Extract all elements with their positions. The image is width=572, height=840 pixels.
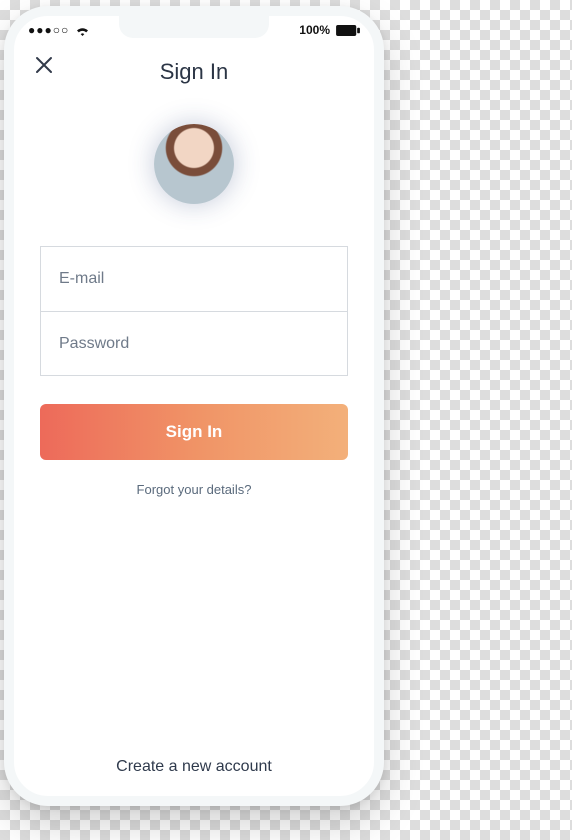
close-button[interactable] bbox=[32, 54, 56, 78]
status-left: ●●●○○ bbox=[28, 23, 90, 37]
battery-percent: 100% bbox=[299, 23, 330, 37]
phone-notch bbox=[119, 16, 269, 38]
avatar-container bbox=[14, 124, 374, 204]
email-field[interactable] bbox=[41, 247, 347, 311]
user-avatar bbox=[154, 124, 234, 204]
signal-dots-icon: ●●●○○ bbox=[28, 23, 69, 37]
header: Sign In bbox=[14, 44, 374, 90]
phone-frame: ●●●○○ 100% Sign In Sign In Forgot your d… bbox=[4, 6, 384, 806]
page-title: Sign In bbox=[32, 59, 356, 85]
signin-button[interactable]: Sign In bbox=[40, 404, 348, 460]
forgot-details-link[interactable]: Forgot your details? bbox=[40, 482, 348, 497]
status-right: 100% bbox=[299, 23, 360, 37]
battery-icon bbox=[336, 25, 360, 36]
close-icon bbox=[34, 55, 54, 75]
password-field[interactable] bbox=[41, 311, 347, 375]
wifi-icon bbox=[75, 25, 90, 36]
create-account-link[interactable]: Create a new account bbox=[14, 758, 374, 776]
input-group bbox=[40, 246, 348, 376]
signin-form: Sign In Forgot your details? bbox=[14, 204, 374, 497]
